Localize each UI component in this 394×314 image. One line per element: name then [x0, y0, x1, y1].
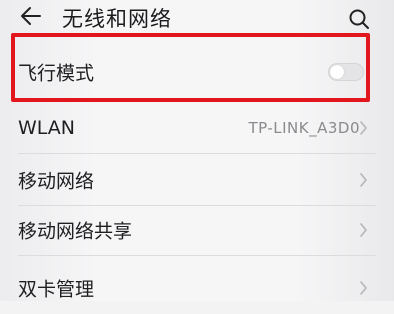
divider	[18, 255, 376, 256]
airplane-mode-toggle[interactable]	[328, 63, 364, 81]
chevron-right-icon	[360, 281, 367, 295]
page-title: 无线和网络	[62, 7, 172, 31]
airplane-mode-label: 飞行模式	[18, 62, 95, 85]
back-arrow-icon[interactable]	[20, 5, 42, 27]
mobile-network-row[interactable]: 移动网络	[0, 154, 394, 206]
airplane-mode-row[interactable]: 飞行模式	[0, 46, 394, 98]
wlan-label: WLAN	[18, 117, 76, 139]
chevron-right-icon	[360, 173, 367, 187]
wlan-network-name: TP-LINK_A3D0	[248, 119, 360, 137]
settings-screen: 无线和网络 飞行模式 WLAN TP-LINK_A3D0 移动网络 移动网络共享	[0, 0, 394, 301]
mobile-network-label: 移动网络	[18, 170, 95, 193]
tethering-label: 移动网络共享	[18, 220, 133, 243]
wlan-row[interactable]: WLAN TP-LINK_A3D0	[0, 102, 394, 154]
header-bar: 无线和网络	[0, 0, 394, 40]
dual-sim-label: 双卡管理	[18, 278, 95, 301]
tethering-row[interactable]: 移动网络共享	[0, 204, 394, 256]
toggle-knob	[330, 65, 344, 79]
dual-sim-row[interactable]: 双卡管理	[0, 262, 394, 314]
chevron-right-icon	[360, 223, 367, 237]
search-icon[interactable]	[348, 8, 370, 30]
chevron-right-icon	[360, 121, 367, 135]
